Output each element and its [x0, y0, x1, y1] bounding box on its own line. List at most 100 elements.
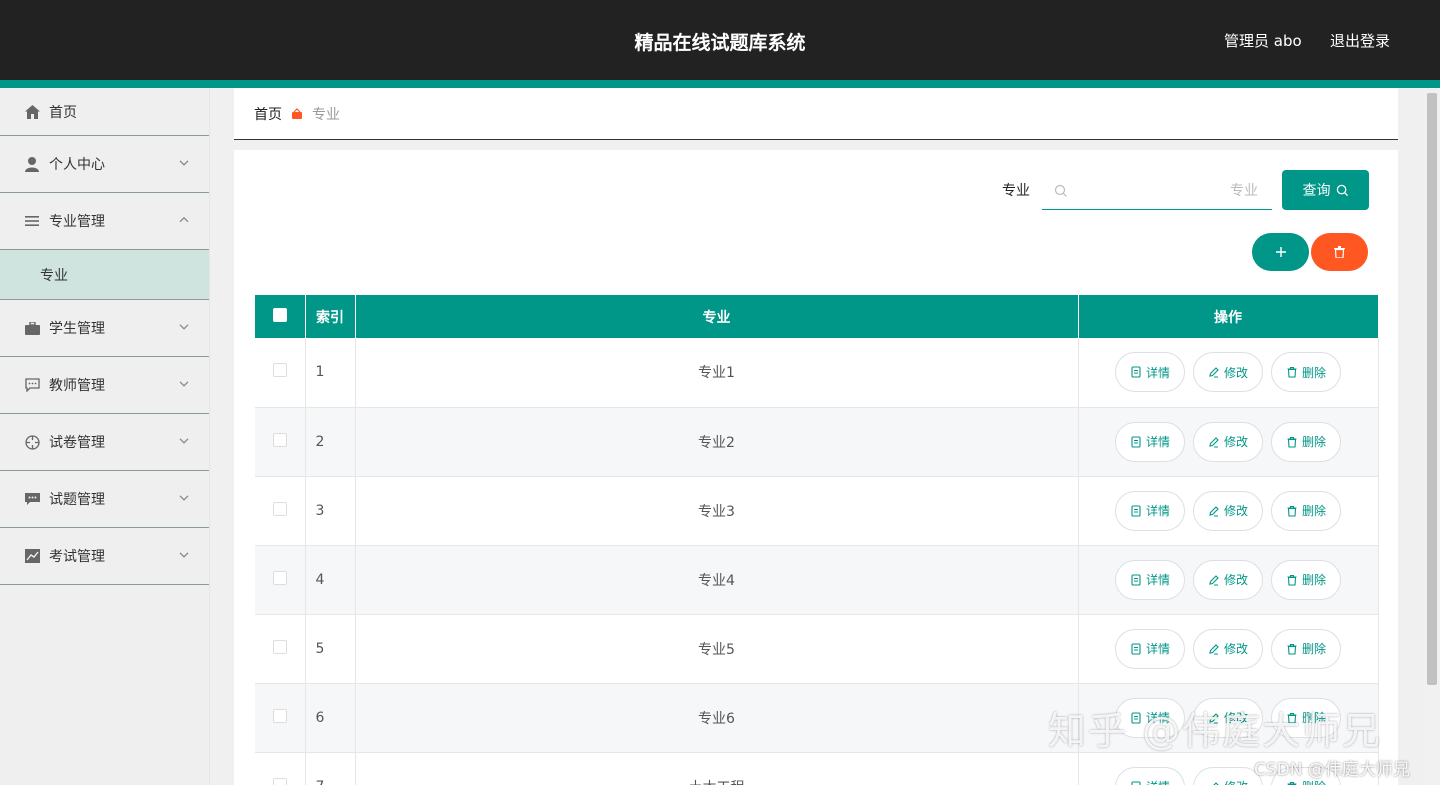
- select-all-cell[interactable]: [255, 295, 306, 338]
- document-icon: [1131, 642, 1141, 655]
- sidebar-item-home[interactable]: 首页: [0, 88, 209, 136]
- row-index: 5: [305, 614, 356, 684]
- trash-icon: [1287, 505, 1297, 517]
- edit-label: 修改: [1223, 573, 1248, 587]
- detail-button[interactable]: 详情: [1114, 421, 1185, 462]
- sidebar-item-student-management[interactable]: 学生管理: [0, 300, 209, 357]
- row-select-cell[interactable]: [255, 683, 306, 753]
- delete-label: 删除: [1302, 642, 1327, 656]
- sidebar-item-label: 个人中心: [49, 157, 105, 173]
- trash-icon: [1287, 643, 1297, 655]
- detail-label: 详情: [1145, 642, 1170, 656]
- search-input[interactable]: [1078, 178, 1258, 204]
- trash-icon: [1287, 436, 1297, 448]
- sidebar-item-exam-management[interactable]: 考试管理: [0, 528, 209, 585]
- delete-button[interactable]: 删除: [1271, 628, 1342, 669]
- row-select-cell[interactable]: [255, 614, 306, 684]
- row-name: 土木工程: [355, 752, 1079, 785]
- edit-button[interactable]: 修改: [1192, 628, 1263, 669]
- row-checkbox[interactable]: [272, 363, 287, 378]
- row-select-cell[interactable]: [255, 752, 306, 785]
- query-button[interactable]: 查询: [1282, 170, 1369, 210]
- sidebar-item-teacher-management[interactable]: 教师管理: [0, 357, 209, 414]
- row-actions: 详情 修改 删除: [1078, 545, 1379, 615]
- plus-icon: [1275, 247, 1286, 257]
- row-name: 专业5: [355, 614, 1079, 684]
- select-all-checkbox[interactable]: [272, 307, 287, 322]
- trash-icon: [1287, 781, 1297, 785]
- detail-label: 详情: [1145, 435, 1170, 449]
- row-index: 6: [305, 683, 356, 753]
- chevron-down-icon: [179, 438, 189, 444]
- edit-button[interactable]: 修改: [1192, 559, 1263, 600]
- table-header-row: 索引 专业 操作: [255, 295, 1379, 338]
- page-scrollbar[interactable]: [1424, 88, 1440, 785]
- sidebar-item-profile[interactable]: 个人中心: [0, 136, 209, 193]
- pencil-icon: [1209, 436, 1219, 447]
- row-checkbox[interactable]: [272, 432, 287, 447]
- row-select-cell[interactable]: [255, 338, 306, 408]
- sidebar-item-label: 学生管理: [49, 321, 105, 337]
- row-select-cell[interactable]: [255, 476, 306, 546]
- delete-button[interactable]: 删除: [1271, 352, 1342, 393]
- row-select-cell[interactable]: [255, 545, 306, 615]
- sidebar-item-label: 考试管理: [49, 549, 105, 565]
- delete-button[interactable]: 删除: [1271, 421, 1342, 462]
- query-button-label: 查询: [1302, 183, 1331, 199]
- chart-icon: [24, 548, 40, 564]
- sidebar-item-question-management[interactable]: 试题管理: [0, 471, 209, 528]
- pencil-icon: [1209, 505, 1219, 516]
- document-icon: [1131, 366, 1141, 378]
- row-checkbox[interactable]: [272, 777, 287, 785]
- detail-button[interactable]: 详情: [1114, 628, 1185, 669]
- row-actions: 详情 修改 删除: [1078, 407, 1379, 477]
- content-panel: 专业 查询 索引 专业 操作 1专业1详情修改删除2专: [234, 150, 1398, 785]
- edit-label: 修改: [1223, 435, 1248, 449]
- edit-button[interactable]: 修改: [1192, 490, 1263, 531]
- sidebar-item-paper-management[interactable]: 试卷管理: [0, 414, 209, 471]
- scrollbar-thumb[interactable]: [1427, 93, 1437, 685]
- edit-label: 修改: [1224, 778, 1248, 785]
- detail-label: 详情: [1145, 573, 1170, 587]
- detail-label: 详情: [1145, 365, 1170, 380]
- row-select-cell[interactable]: [255, 407, 306, 477]
- table-row: 4 专业4 详情 修改 删除: [255, 545, 1379, 615]
- watermark-sub: CSDN @伟庭大师兄: [1254, 760, 1410, 780]
- table-row: 2 专业2 详情 修改 删除: [255, 407, 1379, 477]
- edit-button[interactable]: 修改: [1192, 766, 1263, 785]
- delete-button[interactable]: 删除: [1271, 490, 1342, 531]
- breadcrumb-home[interactable]: 首页: [254, 104, 282, 124]
- detail-button[interactable]: 详情: [1114, 559, 1185, 600]
- header-index: 索引: [305, 295, 356, 338]
- detail-button[interactable]: 详情: [1114, 352, 1185, 393]
- sidebar-item-label: 专业管理: [49, 214, 105, 230]
- batch-delete-button[interactable]: [1311, 233, 1368, 271]
- detail-button[interactable]: 详情: [1114, 766, 1185, 785]
- sidebar-item-major-management[interactable]: 专业管理: [0, 193, 209, 250]
- row-index: 2: [305, 407, 356, 477]
- search-label: 专业: [1002, 183, 1030, 199]
- message-icon: [24, 491, 40, 507]
- row-actions: 详情 修改 删除: [1078, 476, 1379, 546]
- trash-icon: [1287, 367, 1297, 378]
- trash-icon: [1334, 246, 1345, 258]
- target-icon: [24, 434, 40, 450]
- sidebar-item-label: 试卷管理: [49, 435, 105, 451]
- document-icon: [1131, 780, 1141, 785]
- delete-button[interactable]: 删除: [1271, 559, 1342, 600]
- add-button[interactable]: [1252, 233, 1309, 271]
- table-row: 5 专业5 详情 修改 删除: [255, 614, 1379, 684]
- logout-link[interactable]: 退出登录: [1330, 30, 1390, 51]
- edit-button[interactable]: 修改: [1192, 421, 1263, 462]
- row-checkbox[interactable]: [272, 501, 287, 516]
- row-checkbox[interactable]: [272, 708, 287, 723]
- table-row: 1 专业1 详情 修改 删除: [255, 338, 1379, 408]
- detail-button[interactable]: 详情: [1114, 490, 1185, 531]
- sidebar-subitem-major[interactable]: 专业: [0, 250, 209, 300]
- row-checkbox[interactable]: [272, 639, 287, 654]
- search-icon: [1336, 184, 1348, 196]
- detail-label: 详情: [1146, 778, 1170, 785]
- edit-button[interactable]: 修改: [1192, 352, 1263, 393]
- sidebar-item-label: 教师管理: [49, 378, 105, 394]
- row-checkbox[interactable]: [272, 570, 287, 585]
